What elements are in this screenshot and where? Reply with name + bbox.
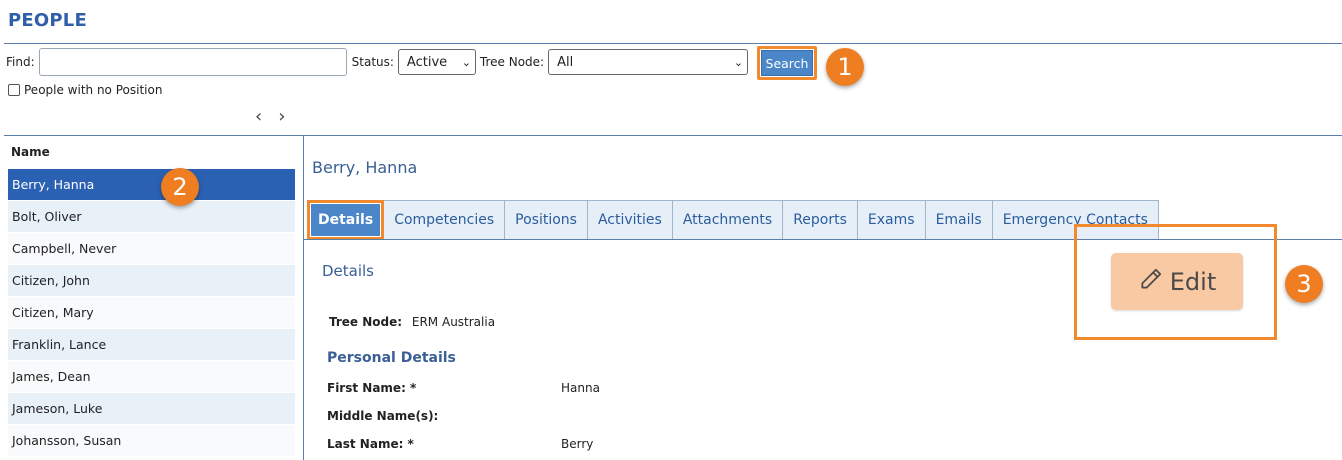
- content-divider: [4, 135, 1342, 136]
- tab-exams[interactable]: Exams: [857, 200, 926, 240]
- list-item[interactable]: Campbell, Never: [8, 233, 295, 265]
- status-label: Status:: [351, 55, 394, 69]
- tab-positions[interactable]: Positions: [505, 200, 588, 240]
- find-input[interactable]: [38, 48, 347, 76]
- chevron-down-icon: ⌄: [461, 55, 471, 69]
- no-position-checkbox[interactable]: [8, 84, 20, 96]
- prev-page-icon[interactable]: ‹: [255, 106, 262, 127]
- section-title: Details: [322, 262, 375, 280]
- first-name-label: First Name: *: [327, 381, 417, 395]
- list-item[interactable]: Berry, Hanna: [8, 169, 295, 201]
- search-button-highlight: Search: [757, 46, 817, 80]
- middle-name-field: Middle Name(s):: [327, 409, 438, 423]
- edit-button-label: Edit: [1169, 267, 1217, 296]
- person-title: Berry, Hanna: [312, 158, 418, 177]
- pencil-icon: [1138, 266, 1164, 298]
- list-header-name: Name: [11, 145, 50, 159]
- tab-activities[interactable]: Activities: [587, 200, 673, 240]
- list-item[interactable]: James, Dean: [8, 361, 295, 393]
- last-name-field: Last Name: * Berry: [327, 437, 593, 451]
- tree-node-label: Tree Node:: [479, 55, 545, 69]
- search-button[interactable]: Search: [761, 50, 813, 76]
- no-position-label: People with no Position: [24, 83, 163, 97]
- status-select[interactable]: Active ⌄: [397, 49, 476, 75]
- title-divider: [4, 43, 1342, 44]
- first-name-field: First Name: * Hanna: [327, 381, 600, 395]
- tree-node-select-value: All: [557, 54, 574, 70]
- callout-badge-3: 3: [1285, 265, 1323, 303]
- panel-divider: [303, 136, 304, 460]
- list-item[interactable]: Franklin, Lance: [8, 329, 295, 361]
- tab-emails[interactable]: Emails: [925, 200, 993, 240]
- find-label: Find:: [6, 55, 35, 69]
- callout-badge-2: 2: [161, 168, 199, 206]
- tree-node-field-value: ERM Australia: [411, 315, 496, 329]
- callout-badge-1: 1: [826, 48, 864, 86]
- list-item[interactable]: Johansson, Susan: [8, 425, 295, 457]
- tab-attachments[interactable]: Attachments: [672, 200, 784, 240]
- tab-competencies[interactable]: Competencies: [384, 200, 506, 240]
- pager: ‹ ›: [255, 106, 285, 127]
- personal-details-heading: Personal Details: [327, 350, 456, 366]
- filter-bar: Find: Status: Active ⌄ Tree Node: All ⌄: [6, 47, 749, 77]
- edit-button[interactable]: Edit: [1111, 253, 1243, 310]
- no-position-filter[interactable]: People with no Position: [8, 83, 162, 97]
- tree-node-select[interactable]: All ⌄: [548, 49, 749, 75]
- first-name-value: Hanna: [561, 381, 600, 395]
- tree-node-field: Tree Node: ERM Australia: [329, 315, 495, 329]
- middle-name-label: Middle Name(s):: [327, 409, 439, 423]
- people-list: Berry, Hanna Bolt, Oliver Campbell, Neve…: [8, 169, 295, 457]
- list-item[interactable]: Bolt, Oliver: [8, 201, 295, 233]
- detail-tabs: Details Competencies Positions Activitie…: [307, 200, 1159, 240]
- tree-node-field-label: Tree Node:: [329, 315, 403, 329]
- last-name-value: Berry: [561, 437, 594, 451]
- chevron-down-icon: ⌄: [733, 55, 744, 69]
- next-page-icon[interactable]: ›: [278, 106, 285, 127]
- last-name-label: Last Name: *: [327, 437, 414, 451]
- tab-details[interactable]: Details: [307, 200, 385, 240]
- list-item[interactable]: Jameson, Luke: [8, 393, 295, 425]
- list-item[interactable]: Citizen, John: [8, 265, 295, 297]
- tab-reports[interactable]: Reports: [783, 200, 858, 240]
- status-select-value: Active: [406, 54, 448, 70]
- list-item[interactable]: Citizen, Mary: [8, 297, 295, 329]
- page-title: PEOPLE: [8, 10, 87, 31]
